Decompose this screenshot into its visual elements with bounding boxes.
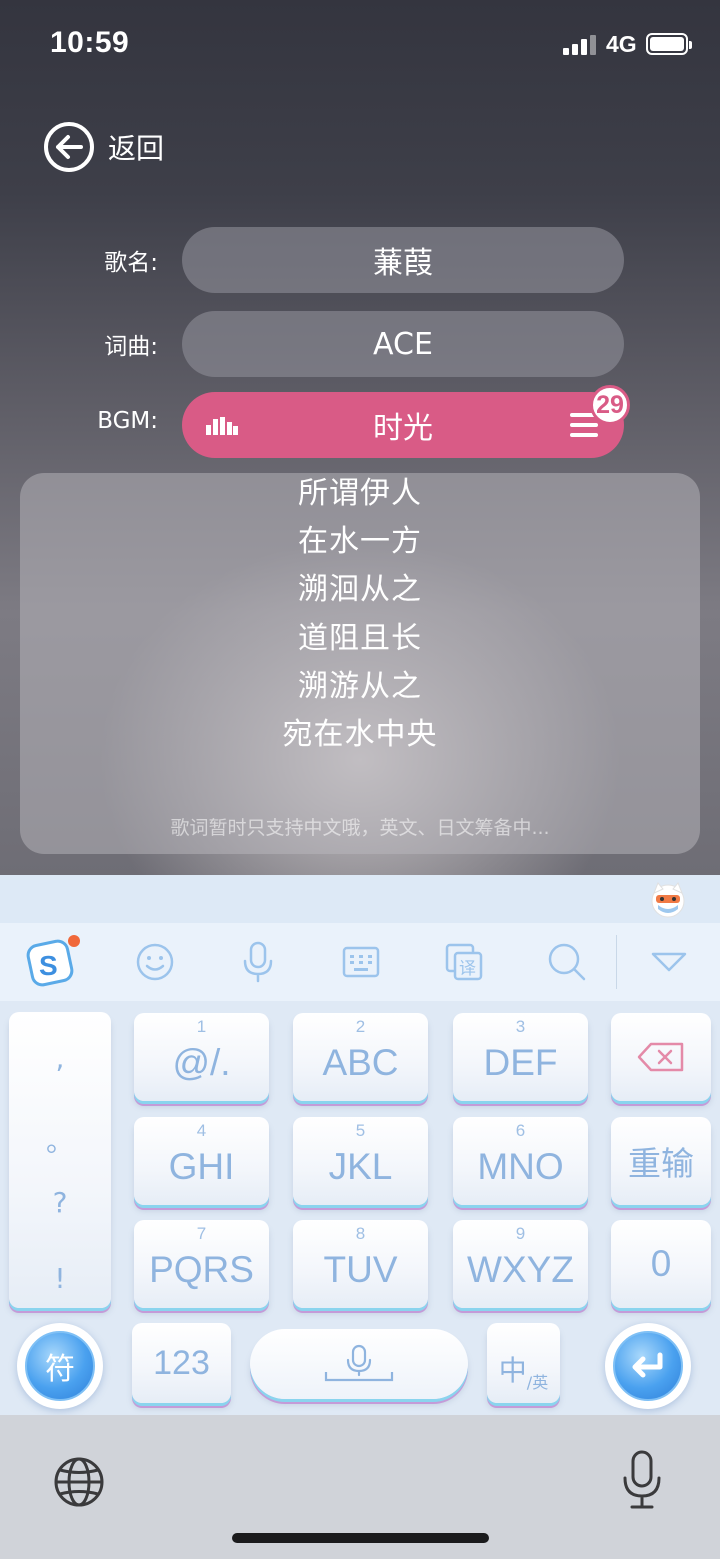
back-label: 返回 [108, 132, 165, 165]
back-button[interactable]: 返回 [44, 121, 164, 173]
key-label: 0 [650, 1243, 672, 1284]
sogou-logo-icon[interactable]: S [26, 935, 80, 989]
back-arrow-icon [44, 122, 94, 172]
key-0[interactable]: 0 [611, 1220, 711, 1308]
lyricist-label: 词曲: [104, 334, 158, 360]
status-time: 10:59 [50, 26, 130, 59]
lyric-line: 宛在水中央 [282, 717, 438, 752]
lyric-line: 道阻且长 [298, 621, 422, 656]
svg-text:译: 译 [459, 959, 476, 979]
key-7[interactable]: 7 PQRS [134, 1220, 269, 1308]
home-indicator [232, 1533, 489, 1543]
lyric-line: 溯游从之 [298, 669, 422, 704]
key-1[interactable]: 1 @/. [134, 1013, 269, 1101]
translate-icon[interactable]: 译 [441, 939, 487, 985]
keyboard-toolbar: S 译 [0, 923, 720, 1001]
battery-icon [646, 33, 692, 55]
key-number: 9 [515, 1224, 526, 1243]
keyboard-icon[interactable] [338, 939, 384, 985]
bgm-count-badge: 29 [590, 385, 630, 425]
symbols-button[interactable]: 符 [17, 1323, 103, 1409]
mascot-icon[interactable] [648, 879, 688, 919]
song-name-input[interactable]: 蒹葭 [182, 227, 624, 293]
lyric-line: 所谓伊人 [298, 476, 422, 511]
punct-period[interactable]: 。 [9, 1120, 111, 1160]
bgm-selector[interactable]: 时光 [182, 392, 624, 458]
key-9[interactable]: 9 WXYZ [453, 1220, 588, 1308]
key-label: MNO [477, 1146, 564, 1187]
key-8[interactable]: 8 TUV [293, 1220, 428, 1308]
enter-button[interactable] [605, 1323, 691, 1409]
key-label: DEF [483, 1042, 558, 1083]
toolbar-divider [616, 935, 617, 989]
key-number: 7 [196, 1224, 207, 1243]
lyric-line: 溯洄从之 [298, 572, 422, 607]
bgm-label: BGM: [97, 408, 158, 434]
svg-text:S: S [39, 950, 58, 981]
voice-input-icon[interactable] [235, 939, 281, 985]
punct-question[interactable]: ? [9, 1186, 111, 1219]
key-label: WXYZ [467, 1249, 574, 1290]
bgm-title: 时光 [373, 411, 433, 446]
emoji-icon[interactable] [132, 939, 178, 985]
lang-sub-label: /英 [526, 1373, 549, 1392]
retype-button[interactable]: 重输 [611, 1117, 711, 1205]
search-icon[interactable] [544, 939, 590, 985]
lyricist-input[interactable]: ACE [182, 311, 624, 377]
key-number: 4 [196, 1121, 207, 1140]
key-label: GHI [168, 1146, 235, 1187]
enter-icon [613, 1331, 683, 1401]
globe-icon[interactable] [52, 1455, 106, 1509]
collapse-keyboard-icon[interactable] [646, 939, 692, 985]
key-number: 6 [515, 1121, 526, 1140]
key-number: 8 [355, 1224, 366, 1243]
key-3[interactable]: 3 DEF [453, 1013, 588, 1101]
key-4[interactable]: 4 GHI [134, 1117, 269, 1205]
backspace-icon [637, 1042, 684, 1072]
audio-bars-icon [206, 417, 238, 435]
punctuation-column[interactable]: , 。 ? ! [9, 1012, 111, 1308]
numbers-button[interactable]: 123 [132, 1323, 231, 1403]
signal-icon [563, 33, 597, 55]
space-button[interactable] [250, 1329, 468, 1399]
backspace-button[interactable] [611, 1013, 711, 1101]
lang-main-label: 中 [498, 1354, 527, 1387]
key-number: 3 [515, 1017, 526, 1036]
status-bar: 10:59 4G [0, 0, 720, 90]
key-6[interactable]: 6 MNO [453, 1117, 588, 1205]
keyboard-top-strip [0, 875, 720, 923]
symbols-label: 符 [25, 1331, 95, 1401]
key-number: 5 [355, 1121, 366, 1140]
key-label: TUV [323, 1249, 398, 1290]
song-name-row: 歌名: 蒹葭 [0, 227, 720, 293]
retype-label: 重输 [628, 1144, 694, 1183]
lyrics-editor[interactable]: 所谓伊人 在水一方 溯洄从之 道阻且长 溯游从之 宛在水中央 歌词暂时只支持中文… [20, 473, 700, 854]
key-label: PQRS [149, 1249, 254, 1290]
key-label: JKL [328, 1146, 393, 1187]
numbers-label: 123 [153, 1343, 210, 1382]
key-5[interactable]: 5 JKL [293, 1117, 428, 1205]
dictation-mic-icon[interactable] [620, 1450, 664, 1510]
lyrics-hint: 歌词暂时只支持中文哦，英文、日文筹备中... [170, 817, 550, 839]
song-name-label: 歌名: [104, 250, 158, 276]
language-switch-button[interactable]: 中 /英 [487, 1323, 560, 1403]
lyricist-row: 词曲: ACE [0, 311, 720, 377]
key-label: @/. [172, 1042, 231, 1083]
key-number: 2 [355, 1017, 366, 1036]
key-2[interactable]: 2 ABC [293, 1013, 428, 1101]
key-label: ABC [322, 1042, 399, 1083]
space-mic-icon [324, 1344, 394, 1382]
punct-exclamation[interactable]: ! [9, 1262, 111, 1295]
lyric-line: 在水一方 [298, 524, 422, 559]
punct-comma[interactable]: , [9, 1042, 111, 1075]
network-label: 4G [606, 31, 637, 57]
key-number: 1 [196, 1017, 207, 1036]
